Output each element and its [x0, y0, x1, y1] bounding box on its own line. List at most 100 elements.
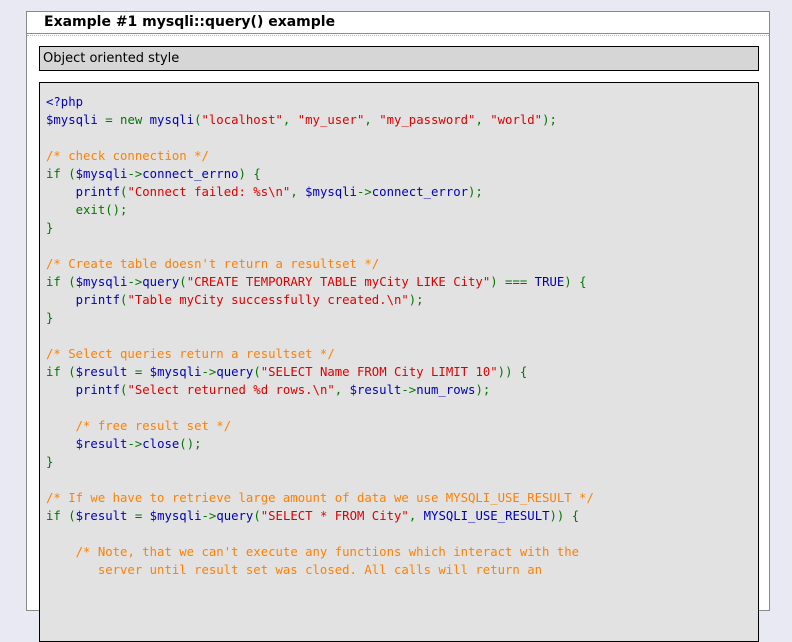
code-token-default: query	[216, 365, 254, 379]
code-token-keyword: ->	[127, 167, 143, 181]
code-line: /* Note, that we can't execute any funct…	[46, 543, 758, 561]
code-token-default: printf	[75, 383, 121, 397]
code-token-comment: /* Note, that we can't execute any funct…	[75, 545, 580, 559]
code-token-keyword: ,	[364, 113, 380, 127]
php-code: <?php $mysqli = new mysqli("localhost", "…	[46, 93, 758, 579]
code-token-keyword	[46, 185, 76, 199]
code-token-keyword: =	[134, 509, 150, 523]
code-token-keyword: );	[542, 113, 557, 127]
code-token-comment: /* If we have to retrieve large amount o…	[46, 491, 594, 505]
code-token-keyword: = new	[105, 113, 150, 127]
code-token-keyword: if (	[46, 365, 76, 379]
code-line: printf("Connect failed: %s\n", $mysqli->…	[46, 183, 758, 201]
code-line: /* free result set */	[46, 417, 758, 435]
code-line: /* If we have to retrieve large amount o…	[46, 489, 758, 507]
code-token-keyword: ->	[401, 383, 417, 397]
code-token-keyword	[46, 437, 76, 451]
code-token-default: MYSQLI_USE_RESULT	[423, 509, 550, 523]
code-token-keyword: ->	[356, 185, 372, 199]
code-token-string: "SELECT Name FROM City LIMIT 10"	[260, 365, 498, 379]
code-token-default: connect_error	[371, 185, 469, 199]
code-token-keyword: ->	[201, 509, 217, 523]
code-block[interactable]: <?php $mysqli = new mysqli("localhost", "…	[39, 82, 759, 642]
code-token-default: $result	[75, 437, 128, 451]
code-token-string: "SELECT * FROM City"	[260, 509, 409, 523]
code-line: if ($result = $mysqli->query("SELECT * F…	[46, 507, 758, 525]
code-token-default: printf	[75, 293, 121, 307]
code-token-comment: /* free result set */	[75, 419, 232, 433]
code-line: server until result set was closed. All …	[46, 561, 758, 579]
code-token-keyword: ,	[290, 185, 306, 199]
code-token-keyword: ,	[334, 383, 350, 397]
code-token-default: TRUE	[534, 275, 565, 289]
code-token-default: printf	[75, 185, 121, 199]
code-token-keyword: (	[179, 275, 187, 289]
code-token-default: $mysqli	[75, 167, 128, 181]
code-token-default: mysqli	[149, 113, 195, 127]
code-token-default: query	[142, 275, 180, 289]
example-title: Example #1 mysqli::query() example	[27, 12, 769, 34]
code-token-keyword: }	[46, 311, 54, 325]
code-token-default: <?php	[46, 95, 84, 109]
code-token-string: "Table myCity successfully created.\n"	[127, 293, 409, 307]
code-token-keyword: exit();	[46, 203, 128, 217]
code-token-keyword: );	[475, 383, 491, 397]
code-token-default: close	[142, 437, 180, 451]
code-token-keyword: }	[46, 455, 54, 469]
code-token-comment: /* check connection */	[46, 149, 209, 163]
code-line: }	[46, 219, 758, 237]
code-token-comment: /* Select queries return a resultset */	[46, 347, 335, 361]
code-line: <?php	[46, 93, 758, 111]
code-token-string: "localhost"	[201, 113, 283, 127]
code-token-default: $result	[349, 383, 402, 397]
code-token-default: connect_errno	[142, 167, 239, 181]
code-token-default: $mysqli	[305, 185, 357, 199]
code-token-keyword: }	[46, 221, 54, 235]
code-token-keyword: ,	[408, 509, 424, 523]
code-line: $result->close();	[46, 435, 758, 453]
code-token-comment: server until result set was closed. All …	[46, 563, 543, 577]
code-token-keyword: ,	[475, 113, 491, 127]
code-token-keyword: ->	[201, 365, 217, 379]
example-box: Example #1 mysqli::query() example Objec…	[26, 11, 770, 642]
code-token-keyword: ->	[127, 275, 143, 289]
code-token-keyword	[46, 545, 76, 559]
code-line: /* Create table doesn't return a results…	[46, 255, 758, 273]
code-token-default: num_rows	[416, 383, 476, 397]
code-token-keyword: if (	[46, 167, 76, 181]
code-line: }	[46, 309, 758, 327]
code-token-keyword: ,	[282, 113, 298, 127]
code-token-string: "Connect failed: %s\n"	[127, 185, 291, 199]
code-line: if ($result = $mysqli->query("SELECT Nam…	[46, 363, 758, 381]
code-token-string: "my_password"	[379, 113, 476, 127]
code-line: if ($mysqli->query("CREATE TEMPORARY TAB…	[46, 273, 758, 291]
code-line: exit();	[46, 201, 758, 219]
code-token-keyword: );	[408, 293, 424, 307]
code-token-default: $result	[75, 509, 135, 523]
code-token-string: "my_user"	[297, 113, 365, 127]
code-token-keyword: if (	[46, 509, 76, 523]
code-token-string: "Select returned %d rows.\n"	[127, 383, 335, 397]
code-token-default: $mysqli	[149, 365, 202, 379]
code-token-default: query	[216, 509, 254, 523]
code-token-keyword: ) {	[564, 275, 587, 289]
code-line: /* check connection */	[46, 147, 758, 165]
code-token-keyword: ) ===	[490, 275, 535, 289]
code-token-default: $result	[75, 365, 135, 379]
code-line: if ($mysqli->connect_errno) {	[46, 165, 758, 183]
code-token-keyword: ();	[179, 437, 202, 451]
code-token-keyword: )) {	[549, 509, 580, 523]
code-token-comment: /* Create table doesn't return a results…	[46, 257, 380, 271]
code-line: }	[46, 453, 758, 471]
code-line: $mysqli = new mysqli("localhost", "my_us…	[46, 111, 758, 129]
code-token-keyword: );	[468, 185, 483, 199]
code-token-keyword: (	[253, 365, 261, 379]
code-token-keyword: ) {	[238, 167, 261, 181]
code-token-string: "world"	[490, 113, 543, 127]
